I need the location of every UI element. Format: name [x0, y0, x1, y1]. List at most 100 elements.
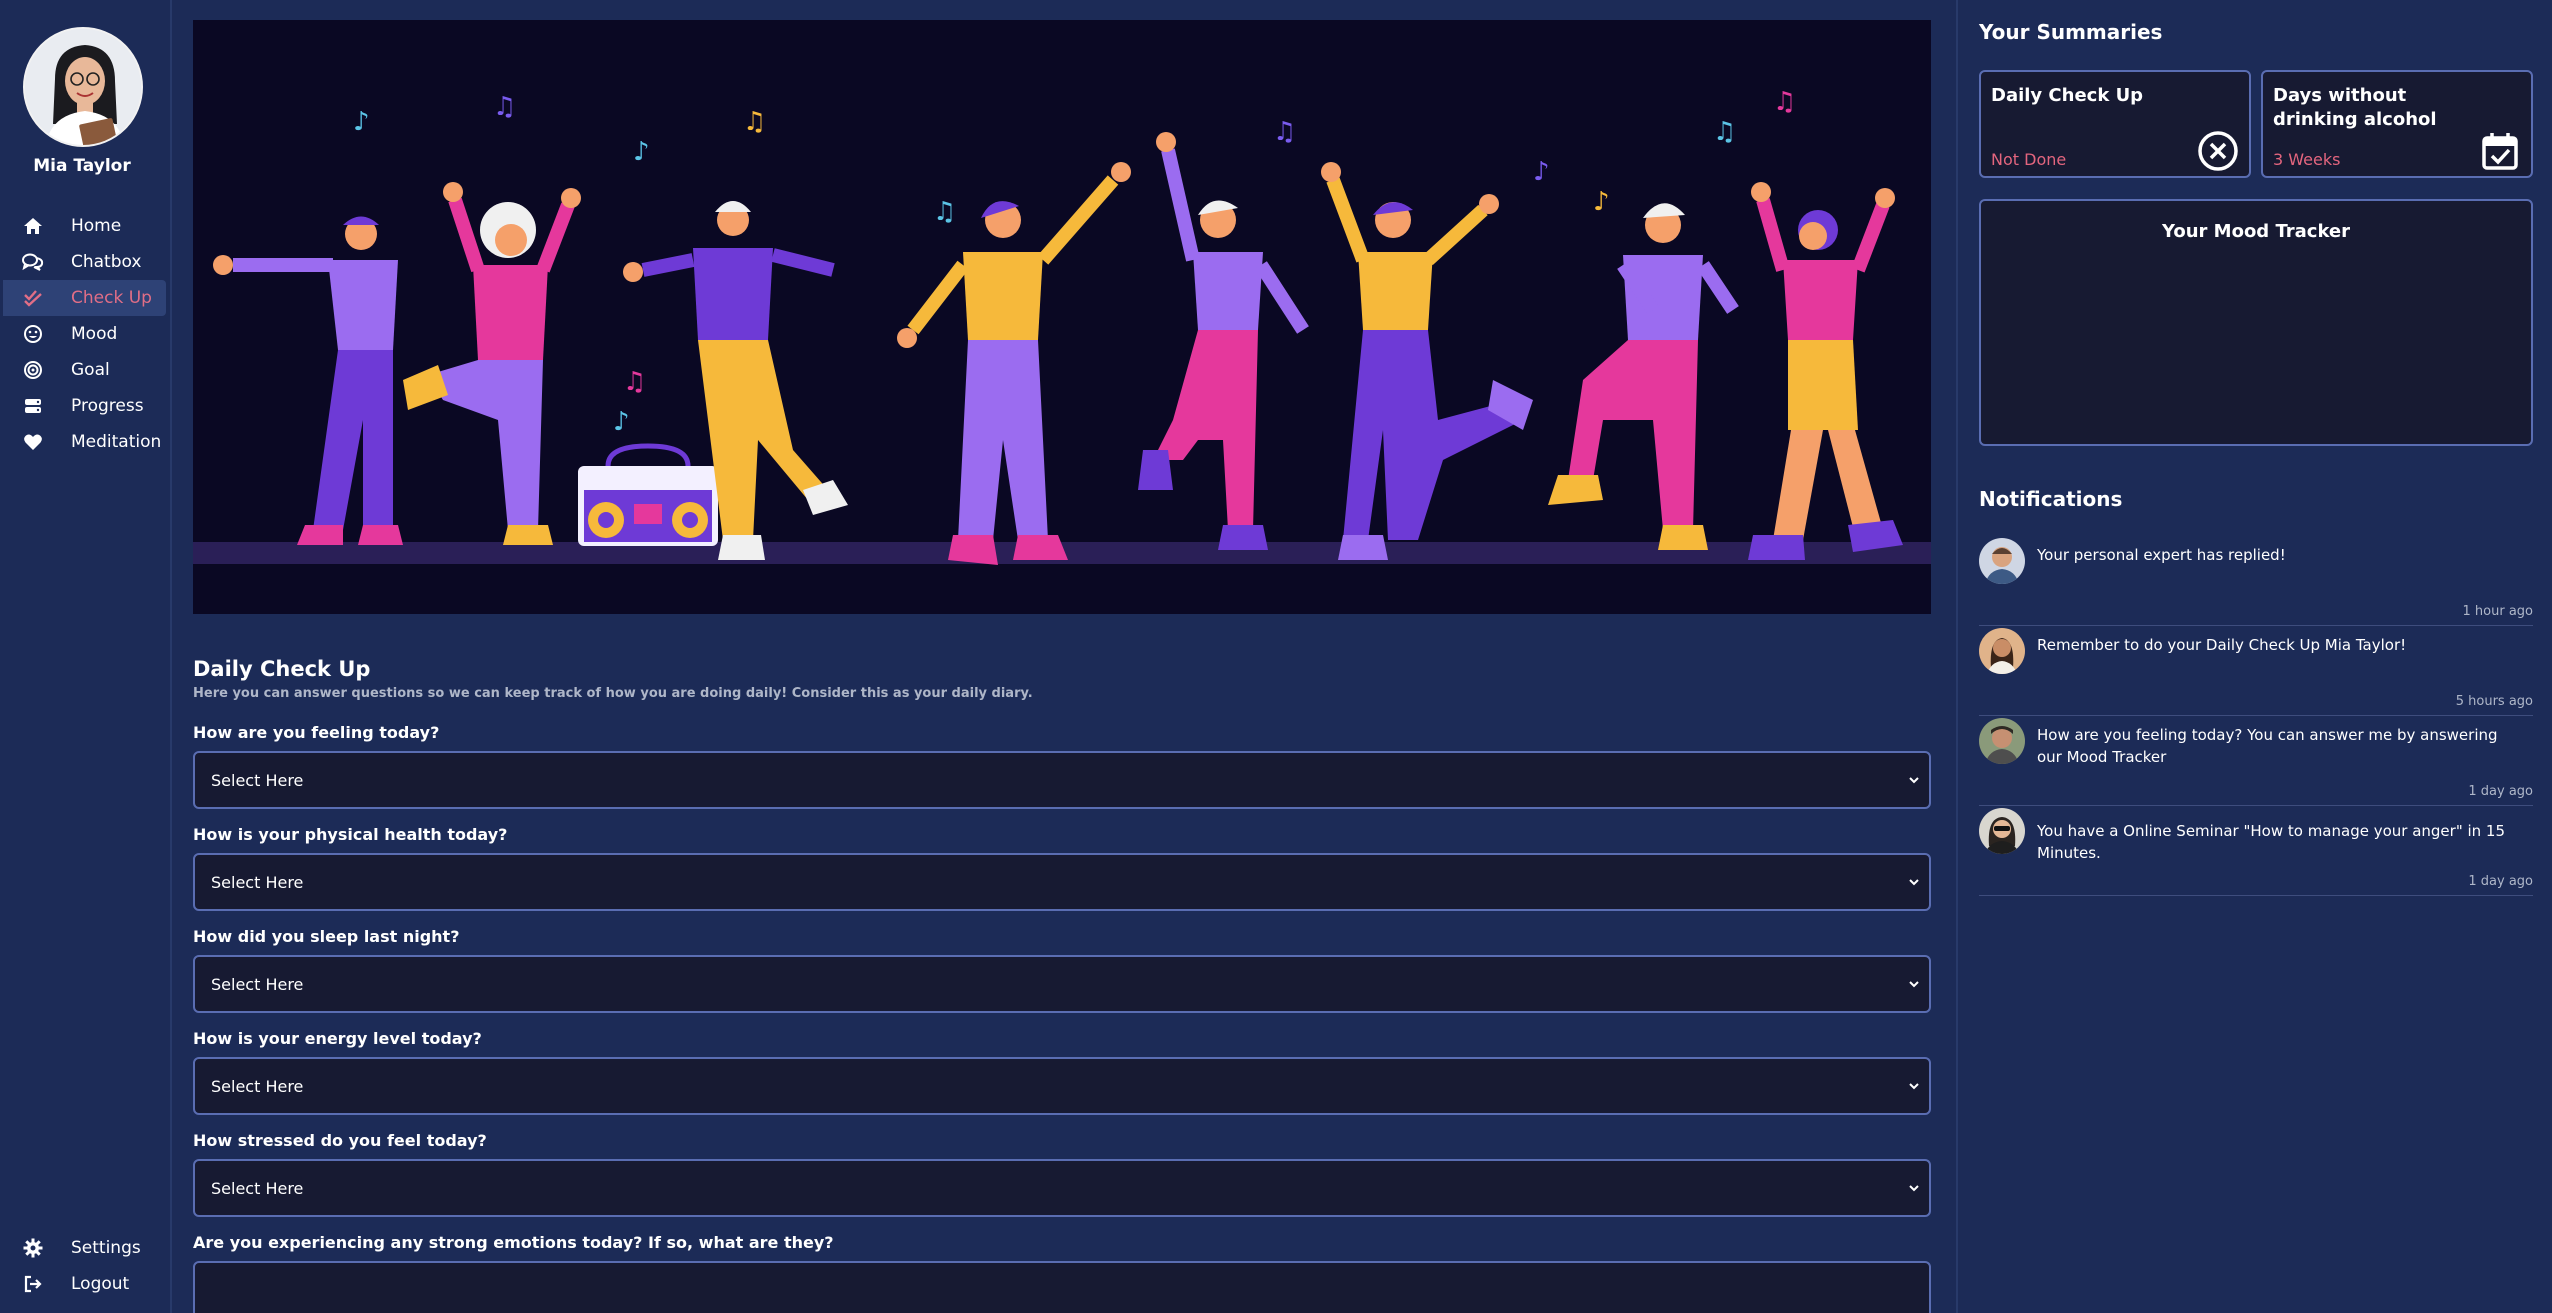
- sidebar-item-label: Goal: [71, 360, 110, 380]
- chevron-down-icon: [1909, 1185, 1919, 1192]
- notifications-title: Notifications: [1979, 487, 2123, 511]
- summaries-title: Your Summaries: [1979, 20, 2163, 44]
- checkup-subtitle: Here you can answer questions so we can …: [193, 686, 1033, 701]
- sidebar-nav: Home Chatbox Check Up Mood Goal Progress…: [0, 208, 166, 460]
- gear-icon: [22, 1237, 44, 1259]
- notification-item[interactable]: How are you feeling today? You can answe…: [1979, 718, 2533, 806]
- svg-text:♫: ♫: [1773, 87, 1796, 117]
- notification-text: How are you feeling today? You can answe…: [2037, 726, 2498, 766]
- calendar-check-icon: [2482, 133, 2518, 170]
- double-check-icon: [22, 287, 44, 309]
- progress-icon: [22, 395, 44, 417]
- energy-select[interactable]: Select Here: [193, 1057, 1931, 1115]
- stress-select[interactable]: Select Here: [193, 1159, 1931, 1217]
- notification-time: 5 hours ago: [2455, 694, 2533, 709]
- svg-text:♫: ♫: [1273, 117, 1296, 147]
- sidebar-item-mood[interactable]: Mood: [0, 316, 166, 352]
- svg-text:♫: ♫: [743, 107, 766, 137]
- question-label: How is your physical health today?: [193, 825, 508, 844]
- select-value: Select Here: [211, 1076, 304, 1096]
- sidebar-item-label: Progress: [71, 396, 144, 416]
- chevron-down-icon: [1909, 981, 1919, 988]
- user-name: Mia Taylor: [33, 156, 131, 176]
- physical-health-select[interactable]: Select Here: [193, 853, 1931, 911]
- checkup-title: Daily Check Up: [193, 657, 371, 681]
- mood-tracker-card[interactable]: Your Mood Tracker: [1979, 199, 2533, 446]
- logout-icon: [22, 1273, 44, 1295]
- right-panel-divider: [1956, 0, 1958, 1313]
- notification-time: 1 day ago: [2468, 874, 2533, 889]
- card-status: 3 Weeks: [2273, 150, 2341, 169]
- card-title: Daily Check Up: [1991, 85, 2144, 106]
- notification-item[interactable]: Remember to do your Daily Check Up Mia T…: [1979, 628, 2533, 716]
- chevron-down-icon: [1909, 879, 1919, 886]
- sidebar-item-label: Home: [71, 216, 122, 236]
- svg-text:♫: ♫: [493, 92, 516, 122]
- sidebar-item-label: Check Up: [71, 288, 152, 308]
- sidebar-item-progress[interactable]: Progress: [0, 388, 166, 424]
- avatar: [1979, 628, 2025, 674]
- svg-text:♪: ♪: [1533, 157, 1550, 187]
- home-icon: [22, 215, 44, 237]
- main-content: ♪ ♫ ♫ ♪ ♫ ♫ ♪ ♪ ♫ ♫ ♫ ♪ Daily Check Up H…: [193, 0, 1931, 1313]
- question-label: How did you sleep last night?: [193, 927, 460, 946]
- card-status: Not Done: [1991, 150, 2067, 169]
- avatar[interactable]: [23, 27, 143, 147]
- sidebar-item-goal[interactable]: Goal: [0, 352, 166, 388]
- select-value: Select Here: [211, 1178, 304, 1198]
- feeling-select[interactable]: Select Here: [193, 751, 1931, 809]
- hero-illustration: ♪ ♫ ♫ ♪ ♫ ♫ ♪ ♪ ♫ ♫ ♫ ♪: [193, 20, 1931, 614]
- notification-time: 1 hour ago: [2462, 604, 2533, 619]
- sidebar-item-check-up[interactable]: Check Up: [3, 280, 166, 316]
- sidebar-bottom: Settings Logout: [0, 1230, 166, 1302]
- question-label: How are you feeling today?: [193, 723, 440, 742]
- sidebar-item-settings[interactable]: Settings: [0, 1230, 166, 1266]
- notification-item[interactable]: You have a Online Seminar "How to manage…: [1979, 808, 2533, 896]
- svg-text:♪: ♪: [1593, 187, 1610, 217]
- svg-text:♫: ♫: [933, 197, 956, 227]
- chevron-down-icon: [1909, 1083, 1919, 1090]
- notification-text: Your personal expert has replied!: [2037, 546, 2286, 564]
- sidebar-item-label: Mood: [71, 324, 118, 344]
- chevron-down-icon: [1909, 777, 1919, 784]
- sidebar-item-label: Logout: [71, 1274, 130, 1294]
- select-value: Select Here: [211, 770, 304, 790]
- question-label: How is your energy level today?: [193, 1029, 482, 1048]
- close-circle-icon: [2198, 131, 2238, 171]
- notification-text: You have a Online Seminar "How to manage…: [2037, 822, 2506, 862]
- sidebar-item-home[interactable]: Home: [0, 208, 166, 244]
- right-panel: Your Summaries Daily Check Up Not Done D…: [1979, 0, 2535, 1313]
- avatar: [1979, 718, 2025, 764]
- chat-icon: [22, 251, 44, 273]
- sidebar-item-label: Settings: [71, 1238, 141, 1258]
- avatar: [1979, 808, 2025, 854]
- svg-text:♫: ♫: [623, 367, 646, 397]
- daily-checkup-card[interactable]: Daily Check Up Not Done: [1979, 70, 2251, 178]
- sidebar-item-chatbox[interactable]: Chatbox: [0, 244, 166, 280]
- heart-icon: [22, 431, 44, 453]
- card-title: Days without drinking alcohol: [2273, 85, 2437, 130]
- target-icon: [22, 359, 44, 381]
- question-label: Are you experiencing any strong emotions…: [193, 1233, 834, 1252]
- notification-text: Remember to do your Daily Check Up Mia T…: [2037, 636, 2407, 654]
- emotions-textarea[interactable]: [193, 1261, 1931, 1313]
- sober-days-card[interactable]: Days without drinking alcohol 3 Weeks: [2261, 70, 2533, 178]
- notification-item[interactable]: Your personal expert has replied! 1 hour…: [1979, 538, 2533, 626]
- select-value: Select Here: [211, 974, 304, 994]
- sidebar-item-label: Chatbox: [71, 252, 142, 272]
- avatar: [1979, 538, 2025, 584]
- question-label: How stressed do you feel today?: [193, 1131, 487, 1150]
- sleep-select[interactable]: Select Here: [193, 955, 1931, 1013]
- sidebar: Mia Taylor Home Chatbox Check Up Mood Go…: [0, 0, 172, 1313]
- svg-text:♪: ♪: [613, 407, 630, 437]
- svg-text:♪: ♪: [353, 107, 370, 137]
- mood-tracker-title: Your Mood Tracker: [2161, 221, 2351, 242]
- sidebar-item-logout[interactable]: Logout: [0, 1266, 166, 1302]
- notification-time: 1 day ago: [2468, 784, 2533, 799]
- smiley-icon: [22, 323, 44, 345]
- select-value: Select Here: [211, 872, 304, 892]
- svg-text:♫: ♫: [1713, 117, 1736, 147]
- sidebar-item-label: Meditation: [71, 432, 162, 452]
- svg-text:♪: ♪: [633, 137, 650, 167]
- sidebar-item-meditation[interactable]: Meditation: [0, 424, 166, 460]
